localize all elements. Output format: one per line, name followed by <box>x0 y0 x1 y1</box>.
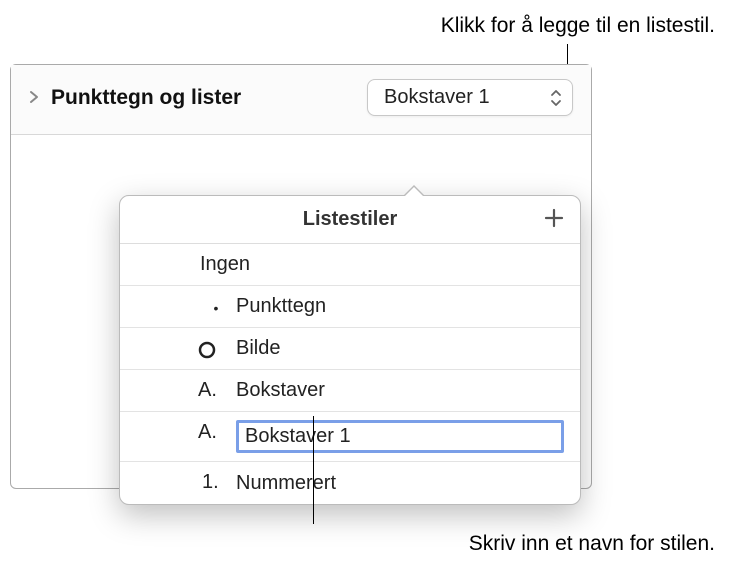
callout-line-bottom <box>313 416 314 524</box>
list-style-dropdown[interactable]: Bokstaver 1 <box>367 79 573 116</box>
format-panel: Punkttegn og lister Bokstaver 1 Listesti… <box>10 64 592 489</box>
list-item-label: Ingen <box>200 253 250 276</box>
panel-title: Punkttegn og lister <box>51 86 241 110</box>
list-styles-list: Ingen • Punkttegn Bilde A. Bokstaver A. <box>120 244 580 504</box>
chevron-updown-icon <box>550 89 562 107</box>
add-style-button[interactable] <box>544 208 564 229</box>
list-item-none[interactable]: Ingen <box>120 244 580 286</box>
panel-header: Punkttegn og lister Bokstaver 1 <box>11 65 591 135</box>
number-marker: 1. <box>202 471 230 494</box>
style-name-input[interactable] <box>236 420 564 453</box>
list-styles-popover: Listestiler Ingen • Punkttegn Bilde <box>119 195 581 505</box>
chevron-right-icon <box>29 90 39 107</box>
popover-header: Listestiler <box>120 196 580 244</box>
list-item-label: Nummerert <box>236 472 336 495</box>
bullet-icon: • <box>202 300 230 316</box>
list-item-letters[interactable]: A. Bokstaver <box>120 370 580 412</box>
list-item-numbered[interactable]: 1. Nummerert <box>120 462 580 504</box>
letter-marker: A. <box>198 421 228 444</box>
list-item-image[interactable]: Bilde <box>120 328 580 370</box>
list-item-label: Bilde <box>236 337 280 360</box>
callout-name-style: Skriv inn et navn for stilen. <box>469 532 715 556</box>
list-item-label: Punkttegn <box>236 295 326 318</box>
list-item-letters-editing[interactable]: A. <box>120 412 580 462</box>
dropdown-value: Bokstaver 1 <box>384 86 490 109</box>
circle-icon <box>198 341 226 359</box>
popover-title: Listestiler <box>303 208 397 231</box>
list-item-label: Bokstaver <box>236 379 325 402</box>
callout-add-style: Klikk for å legge til en listestil. <box>441 14 715 38</box>
list-item-bullet[interactable]: • Punkttegn <box>120 286 580 328</box>
letter-marker: A. <box>198 379 228 402</box>
